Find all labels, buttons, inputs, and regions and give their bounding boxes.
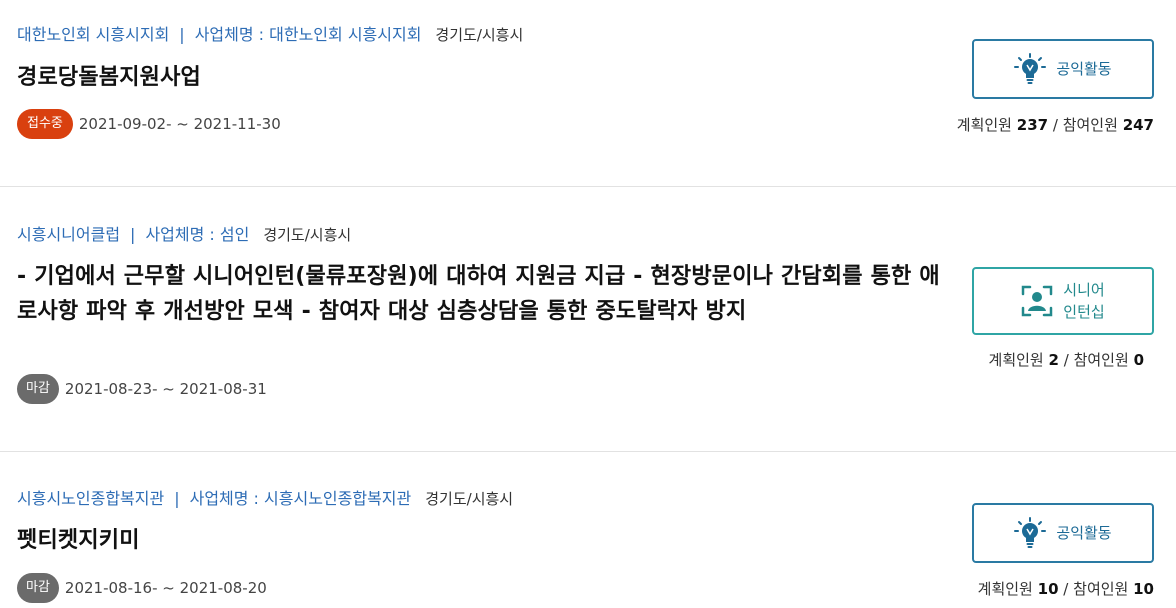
category-label-line2: 인턴십 [1063, 303, 1105, 321]
category-label: 공익활동 [1056, 524, 1112, 542]
status-date-row: 마감 2021-08-16- ~ 2021-08-20 [17, 573, 267, 603]
date-range: 2021-08-16- ~ 2021-08-20 [64, 579, 267, 597]
region-label: 경기도/시흥시 [425, 490, 514, 508]
category-button-public-activity[interactable]: 공익활동 [972, 39, 1154, 99]
item-divider [0, 186, 1176, 187]
planned-label: 계획인원 [977, 580, 1033, 598]
planned-label: 계획인원 [988, 351, 1044, 369]
item-divider [0, 451, 1176, 452]
meta-separator: | [130, 225, 136, 244]
planned-count: 237 [1016, 116, 1049, 134]
operator-name: 사업체명 : 시흥시노인종합복지관 [189, 489, 412, 508]
participants-label: 참여인원 [1062, 116, 1118, 134]
participants-count: 10 [1133, 580, 1154, 598]
category-label: 시니어 인턴십 [1063, 279, 1104, 323]
category-label: 공익활동 [1056, 60, 1112, 78]
status-badge: 마감 [17, 573, 59, 603]
region-label: 경기도/시흥시 [435, 26, 524, 44]
count-separator: / [1052, 116, 1058, 134]
participants-label: 참여인원 [1073, 351, 1129, 369]
planned-label: 계획인원 [956, 116, 1012, 134]
planned-count: 2 [1048, 351, 1059, 369]
item-meta: 시흥시니어클럽 | 사업체명 : 섬인 경기도/시흥시 [17, 225, 351, 245]
meta-separator: | [179, 25, 185, 44]
participants-label: 참여인원 [1073, 580, 1129, 598]
status-badge: 접수중 [17, 109, 73, 139]
program-title[interactable]: 펫티켓지키미 [17, 523, 937, 558]
count-separator: / [1063, 580, 1069, 598]
category-button-public-activity[interactable]: 공익활동 [972, 503, 1154, 563]
planned-count: 10 [1037, 580, 1059, 598]
item-meta: 시흥시노인종합복지관 | 사업체명 : 시흥시노인종합복지관 경기도/시흥시 [17, 489, 513, 509]
operator-name: 사업체명 : 섬인 [145, 225, 250, 244]
organization-link[interactable]: 시흥시니어클럽 [17, 225, 120, 244]
status-date-row: 접수중 2021-09-02- ~ 2021-11-30 [17, 109, 281, 139]
operator-name: 사업체명 : 대한노인회 시흥시지회 [194, 25, 422, 44]
headcount-summary: 계획인원 2 / 참여인원 0 [989, 349, 1144, 370]
count-separator: / [1063, 351, 1069, 369]
meta-separator: | [174, 489, 180, 508]
participants-count: 247 [1122, 116, 1154, 134]
category-button-senior-internship[interactable]: 시니어 인턴십 [972, 267, 1154, 335]
status-badge: 마감 [17, 374, 59, 404]
date-range: 2021-09-02- ~ 2021-11-30 [78, 115, 281, 133]
headcount-summary: 계획인원 237 / 참여인원 247 [957, 114, 1154, 135]
lightbulb-icon [1014, 517, 1047, 549]
organization-link[interactable]: 대한노인회 시흥시지회 [17, 25, 169, 44]
program-title[interactable]: 경로당돌봄지원사업 [17, 60, 937, 95]
status-date-row: 마감 2021-08-23- ~ 2021-08-31 [17, 374, 267, 404]
participants-count: 0 [1133, 351, 1144, 369]
program-title[interactable]: - 기업에서 근무할 시니어인턴(물류포장원)에 대하여 지원금 지급 - 현장… [17, 259, 952, 329]
item-meta: 대한노인회 시흥시지회 | 사업체명 : 대한노인회 시흥시지회 경기도/시흥시 [17, 25, 523, 45]
person-frame-icon [1021, 285, 1053, 317]
region-label: 경기도/시흥시 [263, 226, 352, 244]
lightbulb-icon [1014, 53, 1047, 85]
date-range: 2021-08-23- ~ 2021-08-31 [64, 380, 267, 398]
headcount-summary: 계획인원 10 / 참여인원 10 [978, 578, 1154, 599]
category-label-line1: 시니어 [1063, 281, 1105, 299]
organization-link[interactable]: 시흥시노인종합복지관 [17, 489, 164, 508]
